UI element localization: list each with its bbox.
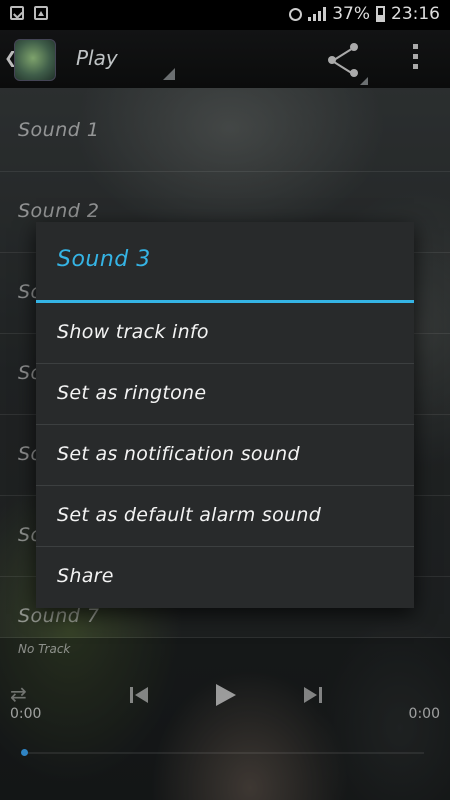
- shuffle-icon[interactable]: ⇄: [10, 682, 27, 706]
- elapsed-time: 0:00: [10, 706, 42, 722]
- clock: 23:16: [391, 4, 440, 24]
- spinner-indicator-icon: [163, 68, 175, 80]
- menu-item-label: Set as default alarm sound: [57, 504, 322, 526]
- menu-item-set-ringtone[interactable]: Set as ringtone: [36, 364, 414, 425]
- track-label: Sound 1: [18, 119, 100, 141]
- total-time: 0:00: [408, 706, 440, 722]
- context-dialog: Sound 3 Show track info Set as ringtone …: [36, 222, 414, 608]
- track-label: Sound 7: [18, 605, 100, 627]
- now-playing-label: No Track: [18, 642, 71, 656]
- menu-item-set-alarm[interactable]: Set as default alarm sound: [36, 486, 414, 547]
- menu-item-label: Set as ringtone: [57, 382, 207, 404]
- player-panel: No Track ⇄ 0:00 0:00: [0, 638, 450, 800]
- menu-item-label: Show track info: [57, 321, 209, 343]
- battery-percent: 37%: [332, 4, 370, 24]
- track-label: Sound 2: [18, 200, 100, 222]
- alarm-icon: [289, 7, 303, 21]
- dialog-title: Sound 3: [57, 247, 151, 272]
- action-bar: ❮ Play: [0, 30, 450, 88]
- play-button[interactable]: [212, 682, 238, 708]
- menu-item-show-track-info[interactable]: Show track info: [36, 303, 414, 364]
- menu-item-label: Set as notification sound: [57, 443, 300, 465]
- overflow-menu-button[interactable]: [410, 44, 420, 76]
- image-notification-icon: [34, 6, 48, 20]
- menu-item-label: Share: [57, 565, 114, 587]
- battery-icon: [376, 6, 385, 22]
- seek-bar[interactable]: [21, 749, 424, 756]
- status-bar: 37% 23:16: [0, 0, 450, 30]
- track-item[interactable]: Sound 1: [0, 91, 450, 172]
- menu-item-set-notification[interactable]: Set as notification sound: [36, 425, 414, 486]
- action-bar-title[interactable]: Play: [76, 46, 118, 70]
- app-icon[interactable]: [14, 39, 56, 81]
- previous-button[interactable]: [126, 682, 152, 708]
- menu-item-share[interactable]: Share: [36, 547, 414, 608]
- notification-icon: [10, 6, 24, 20]
- next-button[interactable]: [300, 682, 326, 708]
- seek-thumb[interactable]: [21, 749, 28, 756]
- signal-icon: [308, 7, 327, 21]
- share-button[interactable]: [326, 43, 368, 85]
